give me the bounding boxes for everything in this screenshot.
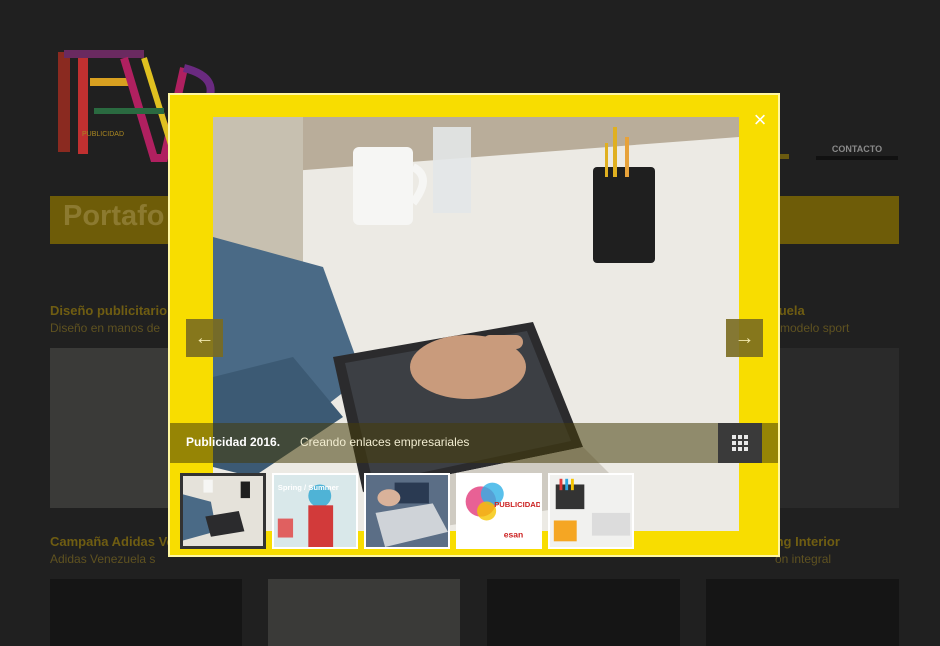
thumbnail-item[interactable]	[180, 473, 266, 549]
lightbox-modal: × ← → Publicidad 2016. Creando enlaces e…	[168, 93, 780, 557]
close-icon[interactable]: ×	[750, 109, 770, 131]
arrow-right-icon: →	[734, 326, 755, 349]
portfolio-thumb[interactable]	[780, 348, 899, 508]
thumb-esan-text: esan	[504, 530, 524, 540]
thumb-spring-text: Spring / Summer	[278, 483, 339, 492]
card-subtitle: Diseño en manos de	[50, 321, 161, 335]
nav-contact-link[interactable]: CONTACTO	[816, 144, 898, 160]
nav-accent	[780, 154, 789, 159]
card-subtitle: ón integral	[775, 552, 832, 566]
thumbnail-item[interactable]	[364, 473, 450, 549]
card-title[interactable]: ing Interior	[772, 534, 840, 549]
prev-arrow-button[interactable]: ←	[186, 319, 223, 357]
card-title[interactable]: Diseño publicitario	[50, 303, 167, 318]
caption-bar: Publicidad 2016. Creando enlaces empresa…	[170, 423, 778, 463]
portfolio-thumb[interactable]	[487, 579, 680, 646]
thumbnail-item[interactable]: Spring / Summer	[272, 473, 358, 549]
portfolio-thumb[interactable]	[706, 579, 899, 646]
card-subtitle: modelo sport	[780, 321, 850, 335]
portfolio-title: Portafo	[63, 200, 165, 232]
svg-text:PUBLICIDAD: PUBLICIDAD	[82, 131, 124, 138]
portfolio-thumb[interactable]	[50, 348, 170, 508]
thumbnail-grid-toggle-icon[interactable]	[718, 423, 762, 463]
lightbox-main-image	[213, 117, 739, 531]
portfolio-thumb[interactable]	[50, 579, 242, 646]
caption-title: Publicidad 2016.	[186, 435, 281, 449]
thumb-publicidad-text: PUBLICIDAD	[494, 500, 540, 509]
card-title[interactable]: Campaña Adidas Ve	[50, 534, 174, 549]
thumbnail-item[interactable]	[548, 473, 634, 549]
card-subtitle: Adidas Venezuela s	[50, 552, 156, 566]
arrow-left-icon: ←	[194, 326, 215, 349]
thumbnail-strip: Spring / Summer PUBLICIDAD esan	[180, 473, 634, 551]
next-arrow-button[interactable]: →	[726, 319, 763, 357]
caption-text: Creando enlaces empresariales	[300, 435, 470, 449]
thumbnail-item[interactable]: PUBLICIDAD esan	[456, 473, 542, 549]
portfolio-thumb[interactable]	[268, 579, 460, 646]
